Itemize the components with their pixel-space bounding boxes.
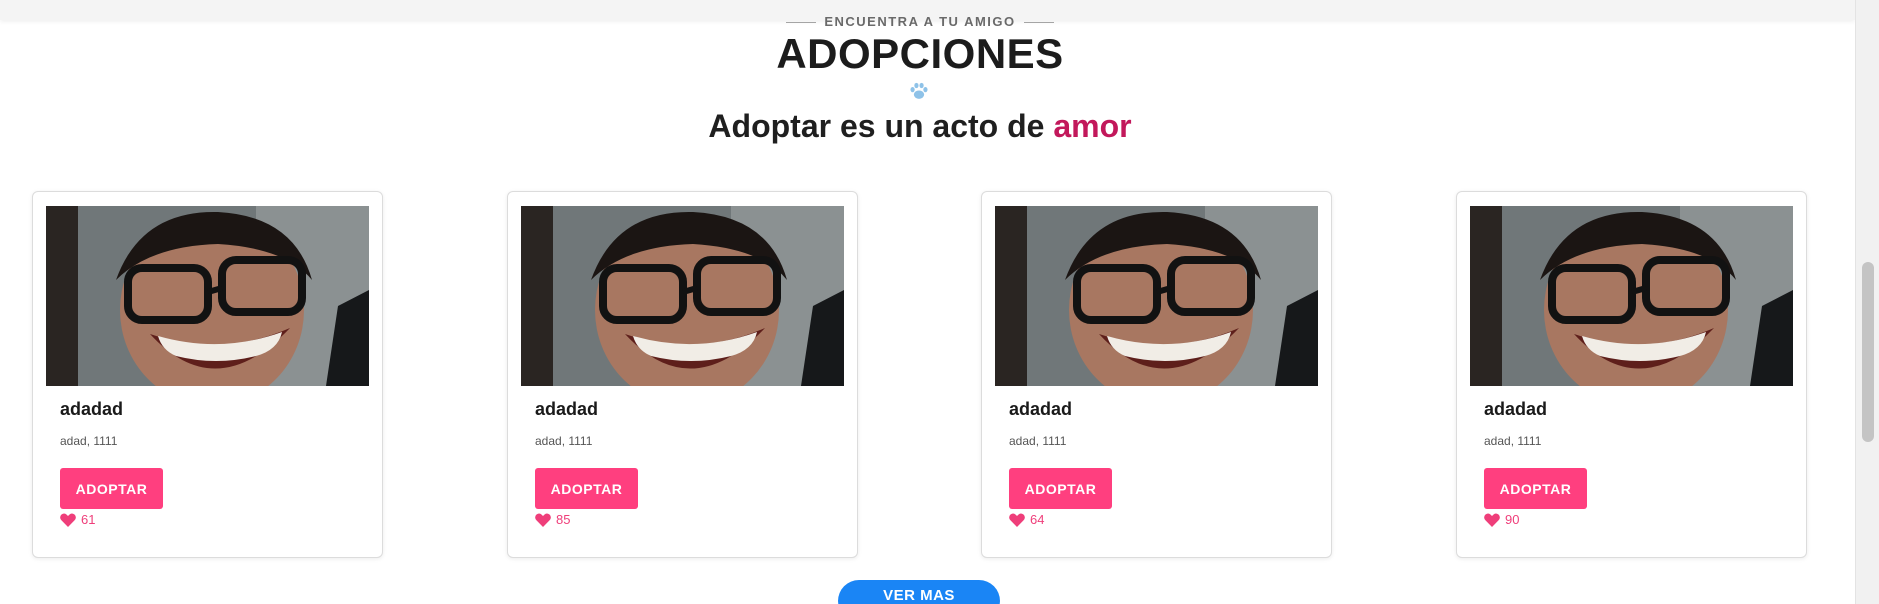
section-eyebrow: ENCUENTRA A TU AMIGO <box>0 14 1840 29</box>
person-photo <box>46 206 369 386</box>
like-counter[interactable]: 90 <box>1484 512 1519 527</box>
like-count: 61 <box>81 512 96 527</box>
photo-illustration <box>1470 206 1793 386</box>
scrollbar-thumb[interactable] <box>1862 262 1874 442</box>
adopt-button[interactable]: ADOPTAR <box>535 468 638 509</box>
subtitle-accent: amor <box>1053 108 1132 144</box>
adoptions-page: ENCUENTRA A TU AMIGO ADOPCIONES Adoptar … <box>0 0 1879 604</box>
photo-illustration <box>521 206 844 386</box>
pet-details: adad, 1111 <box>60 434 118 448</box>
paw-icon <box>910 82 928 99</box>
pet-name: adadad <box>1484 399 1548 419</box>
like-count: 64 <box>1030 512 1045 527</box>
like-counter[interactable]: 64 <box>1009 512 1044 527</box>
pet-name: adadad <box>60 399 124 419</box>
photo-illustration <box>46 206 369 386</box>
section-title: ADOPCIONES <box>776 30 1064 77</box>
pet-details: adad, 1111 <box>1484 434 1542 448</box>
heart-icon[interactable] <box>60 512 76 527</box>
adopt-button[interactable]: ADOPTAR <box>1009 468 1112 509</box>
like-counter[interactable]: 85 <box>535 512 570 527</box>
pet-card: adadad adad, 1111 ADOPTAR 64 <box>981 191 1332 558</box>
section-subtitle: Adoptar es un acto de amor <box>0 108 1840 145</box>
eyebrow-line-right <box>1023 22 1054 24</box>
photo-illustration <box>995 206 1318 386</box>
eyebrow-line-left <box>786 22 817 24</box>
subtitle-text: Adoptar es un acto de <box>708 108 1054 144</box>
heart-icon[interactable] <box>1484 512 1500 527</box>
adopt-button[interactable]: ADOPTAR <box>60 468 163 509</box>
person-photo <box>1470 206 1793 386</box>
see-more-button[interactable]: VER MAS <box>838 580 1000 604</box>
scrollbar[interactable] <box>1855 0 1879 604</box>
like-count: 85 <box>556 512 571 527</box>
pet-name: adadad <box>535 399 599 419</box>
pet-card: adadad adad, 1111 ADOPTAR 90 <box>1456 191 1807 558</box>
eyebrow-text: ENCUENTRA A TU AMIGO <box>824 14 1016 29</box>
pet-details: adad, 1111 <box>1009 434 1067 448</box>
heart-icon[interactable] <box>535 512 551 527</box>
pet-card: adadad adad, 1111 ADOPTAR 61 <box>32 191 383 558</box>
person-photo <box>521 206 844 386</box>
like-count: 90 <box>1505 512 1520 527</box>
pet-details: adad, 1111 <box>535 434 593 448</box>
like-counter[interactable]: 61 <box>60 512 95 527</box>
heart-icon[interactable] <box>1009 512 1025 527</box>
person-photo <box>995 206 1318 386</box>
adopt-button[interactable]: ADOPTAR <box>1484 468 1587 509</box>
pet-name: adadad <box>1009 399 1073 419</box>
pet-card: adadad adad, 1111 ADOPTAR 85 <box>507 191 858 558</box>
